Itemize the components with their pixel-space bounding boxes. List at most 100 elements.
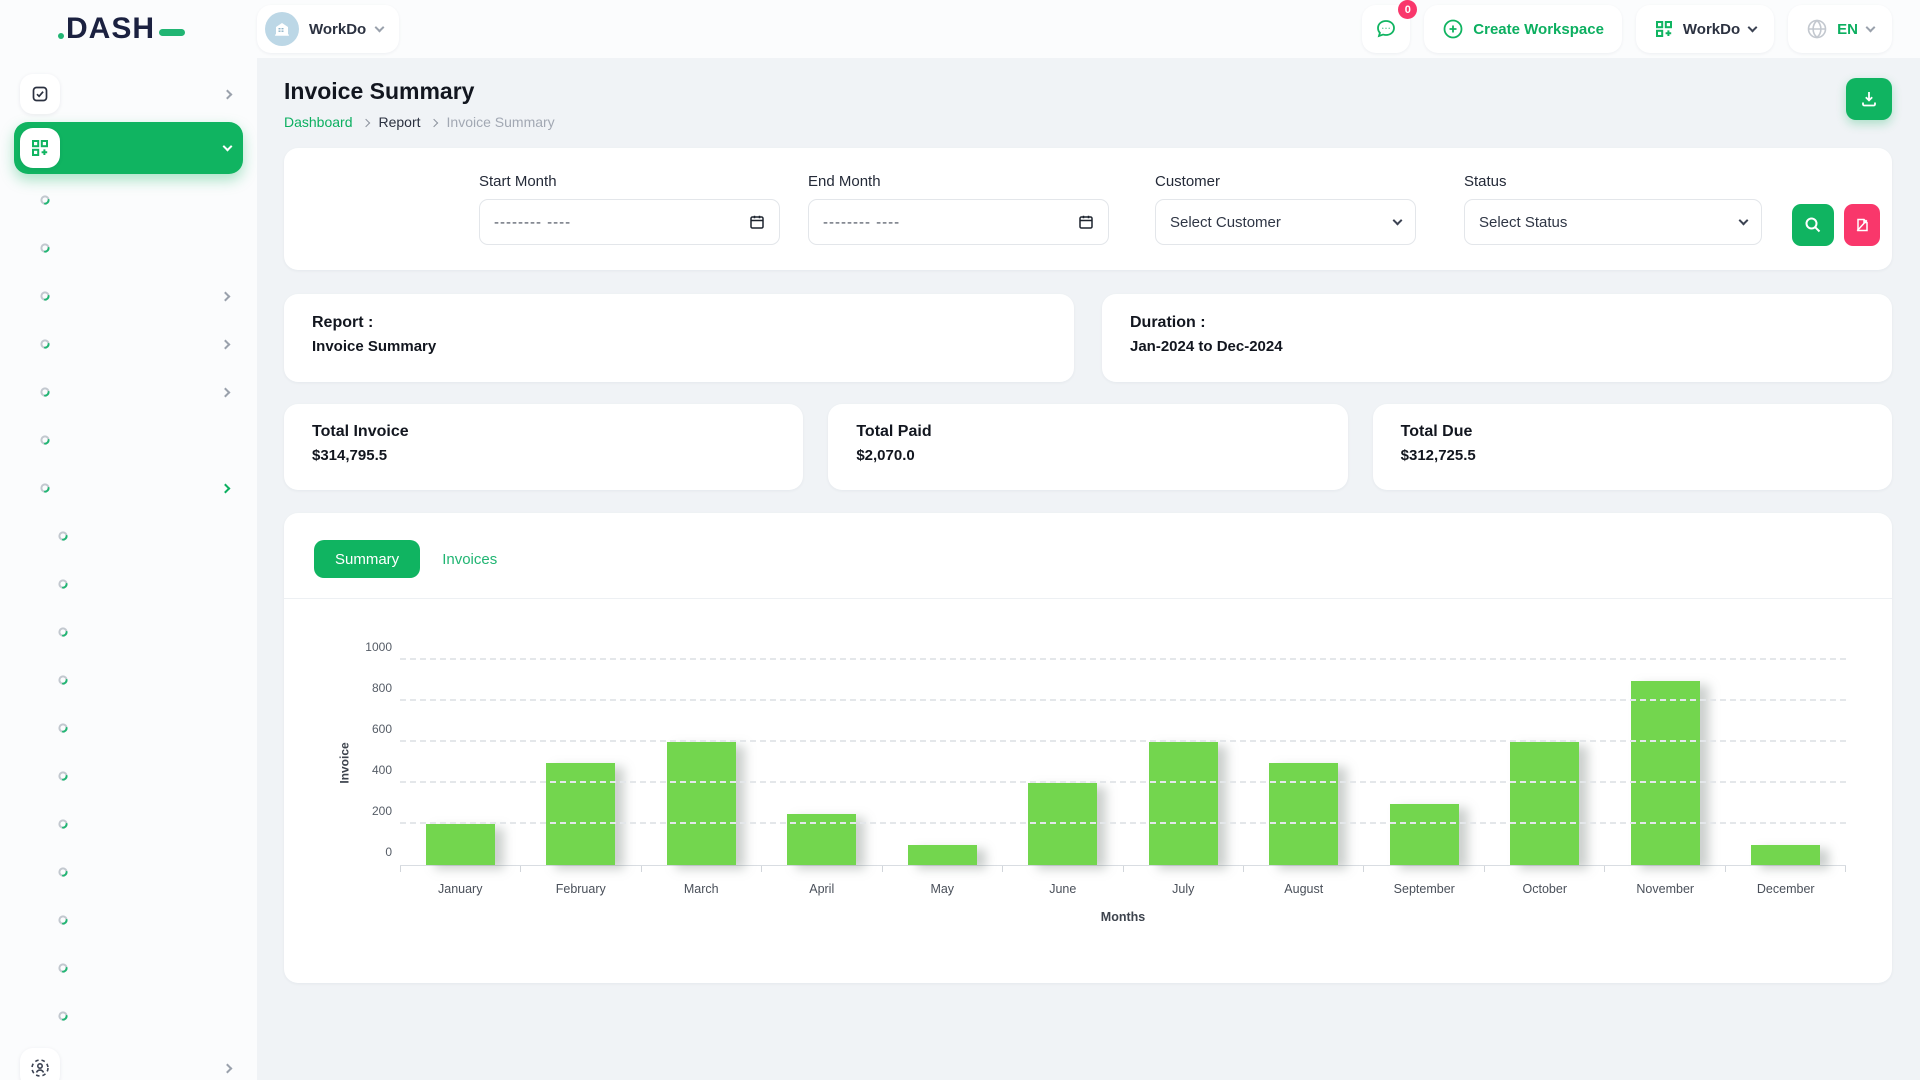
sidebar-item-report[interactable] — [0, 464, 257, 512]
chart-bar-slot — [1003, 783, 1124, 865]
chart-x-labels: JanuaryFebruaryMarchAprilMayJuneJulyAugu… — [400, 882, 1846, 896]
apply-filter-button[interactable] — [1792, 204, 1834, 246]
sidebar-item-cash-flow[interactable] — [0, 992, 257, 1040]
ring-icon — [58, 579, 68, 589]
sidebar-item-hrm[interactable] — [14, 1042, 243, 1080]
ring-icon — [40, 387, 50, 397]
report-card: Report : Invoice Summary — [284, 294, 1074, 382]
sidebar-item-bill-summary[interactable] — [0, 896, 257, 944]
reset-filter-button[interactable] — [1844, 204, 1880, 246]
chat-bubble-icon — [1374, 17, 1398, 41]
sidebar-item-transaction[interactable] — [0, 512, 257, 560]
tab-invoices[interactable]: Invoices — [442, 551, 497, 568]
sidebar-item-banking[interactable] — [0, 272, 257, 320]
page-head: Invoice Summary DashboardReportInvoice S… — [284, 78, 1892, 130]
main-content: Invoice Summary DashboardReportInvoice S… — [257, 58, 1920, 1080]
bar-june[interactable] — [1028, 783, 1097, 865]
chart-axis-tick — [1725, 866, 1846, 872]
sidebar-item-invoice-summary[interactable] — [0, 848, 257, 896]
filter-card: Start Month -------- ---- End Month ----… — [284, 148, 1892, 270]
customer-select[interactable]: Select Customer — [1155, 199, 1416, 245]
total-label: Total Due — [1401, 423, 1864, 441]
status-field-group: Status Select Status — [1464, 173, 1762, 245]
chart-x-tick-label: May — [882, 882, 1003, 896]
reset-icon — [1854, 217, 1870, 233]
chevron-right-icon — [221, 339, 231, 349]
chevron-right-icon — [223, 89, 233, 99]
bar-december[interactable] — [1751, 845, 1820, 866]
language-selector[interactable]: EN — [1788, 5, 1892, 53]
bar-july[interactable] — [1149, 742, 1218, 865]
sidebar-item-income[interactable] — [0, 320, 257, 368]
bar-march[interactable] — [667, 742, 736, 865]
bar-february[interactable] — [546, 763, 615, 866]
chart-gridline — [400, 781, 1846, 783]
ring-icon — [58, 771, 68, 781]
breadcrumb-item-dashboard[interactable]: Dashboard — [284, 114, 353, 130]
sidebar-item-expense-summary[interactable] — [0, 656, 257, 704]
sidebar-item-account-statement[interactable] — [0, 560, 257, 608]
chart-x-tick-label: August — [1244, 882, 1365, 896]
create-workspace-button[interactable]: Create Workspace — [1424, 5, 1622, 53]
report-value: Invoice Summary — [312, 338, 1046, 355]
end-month-placeholder: -------- ---- — [823, 214, 1078, 231]
ring-icon — [40, 195, 50, 205]
chart-x-tick-label: June — [1003, 882, 1124, 896]
sidebar-item-income-vs-expense[interactable] — [0, 704, 257, 752]
sidebar-item-accounting[interactable] — [14, 122, 243, 174]
chart-y-tick-label: 400 — [350, 763, 392, 777]
end-month-input[interactable]: -------- ---- — [808, 199, 1109, 245]
workdo-menu-button[interactable]: WorkDo — [1636, 5, 1774, 53]
messages-button[interactable]: 0 — [1362, 5, 1410, 53]
filter-buttons — [1792, 148, 1880, 270]
chevron-right-icon — [221, 387, 231, 397]
total-value: $2,070.0 — [856, 447, 1319, 464]
customer-select-value: Select Customer — [1170, 214, 1394, 231]
chart-gridline — [400, 822, 1846, 824]
tab-summary[interactable]: Summary — [314, 540, 420, 578]
bar-september[interactable] — [1390, 804, 1459, 866]
download-icon — [1859, 89, 1879, 109]
ring-icon — [58, 963, 68, 973]
chart-axis-tick — [641, 866, 761, 872]
app-logo-text: DASH — [66, 12, 155, 46]
chart-x-tick-label: January — [400, 882, 521, 896]
globe-icon — [1806, 18, 1828, 40]
bar-august[interactable] — [1269, 763, 1338, 866]
status-select[interactable]: Select Status — [1464, 199, 1762, 245]
sidebar-item-profit-loss[interactable] — [0, 800, 257, 848]
chart-bar-slot — [1244, 763, 1365, 866]
bar-november[interactable] — [1631, 681, 1700, 866]
breadcrumb-item-report[interactable]: Report — [379, 114, 421, 130]
workspace-switcher[interactable]: WorkDo — [257, 5, 399, 53]
sidebar-item-financial-goal[interactable] — [0, 416, 257, 464]
download-button[interactable] — [1846, 78, 1892, 120]
sidebar-item-projects[interactable] — [14, 68, 243, 120]
app-logo: DASH — [0, 12, 257, 46]
chart-x-axis-label: Months — [400, 910, 1846, 924]
start-month-field-group: Start Month -------- ---- — [479, 173, 780, 245]
bar-october[interactable] — [1510, 742, 1579, 865]
calendar-icon — [749, 214, 765, 230]
ring-icon — [40, 339, 50, 349]
bar-may[interactable] — [908, 845, 977, 866]
totals-row: Total Invoice$314,795.5Total Paid$2,070.… — [284, 404, 1892, 490]
sidebar-item-customer[interactable] — [0, 176, 257, 224]
chart-y-tick-label: 800 — [350, 681, 392, 695]
chevron-right-icon — [221, 291, 231, 301]
bar-january[interactable] — [426, 824, 495, 865]
sidebar-icon-box — [20, 74, 60, 114]
sidebar-item-income-summary[interactable] — [0, 608, 257, 656]
sidebar-item-product-stock[interactable] — [0, 944, 257, 992]
sidebar-item-expense[interactable] — [0, 368, 257, 416]
chart-axis-tick — [400, 866, 520, 872]
chart-y-tick-label: 200 — [350, 804, 392, 818]
ring-icon — [58, 531, 68, 541]
workdo-menu-label: WorkDo — [1683, 21, 1740, 38]
sidebar-item-vendor[interactable] — [0, 224, 257, 272]
sidebar-item-tax-summary[interactable] — [0, 752, 257, 800]
start-month-input[interactable]: -------- ---- — [479, 199, 780, 245]
logo-dash-accent — [159, 29, 185, 36]
duration-label: Duration : — [1130, 314, 1864, 332]
chart-bar-slot — [1485, 742, 1606, 865]
